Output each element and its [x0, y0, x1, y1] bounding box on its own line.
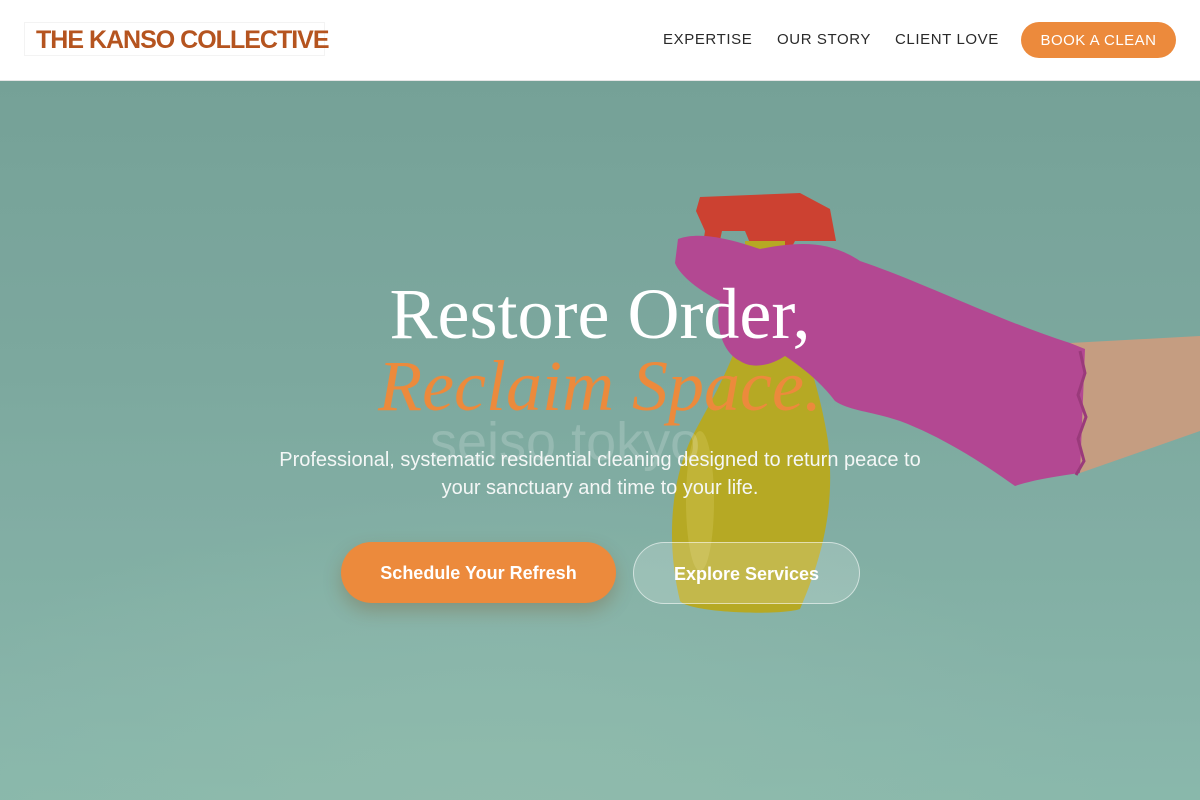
- book-a-clean-button[interactable]: BOOK A CLEAN: [1021, 22, 1176, 58]
- site-logo[interactable]: THE KANSO COLLECTIVE: [24, 22, 330, 56]
- nav-link-our-story[interactable]: OUR STORY: [777, 31, 871, 49]
- hero-section: seiso tokyo Restore Order, Reclaim Space…: [0, 81, 1200, 800]
- nav-link-expertise[interactable]: EXPERTISE: [663, 31, 752, 49]
- explore-services-button[interactable]: Explore Services: [633, 542, 860, 604]
- hero-subtext: Professional, systematic residential cle…: [279, 449, 921, 499]
- schedule-refresh-button[interactable]: Schedule Your Refresh: [341, 542, 616, 603]
- site-header: THE KANSO COLLECTIVE EXPERTISE OUR STORY…: [0, 0, 1200, 81]
- hero-headline-line2: Reclaim Space.: [378, 346, 822, 426]
- nav-link-client-love[interactable]: CLIENT LOVE: [895, 31, 999, 49]
- hero-headline-line1: Restore Order,: [389, 274, 811, 354]
